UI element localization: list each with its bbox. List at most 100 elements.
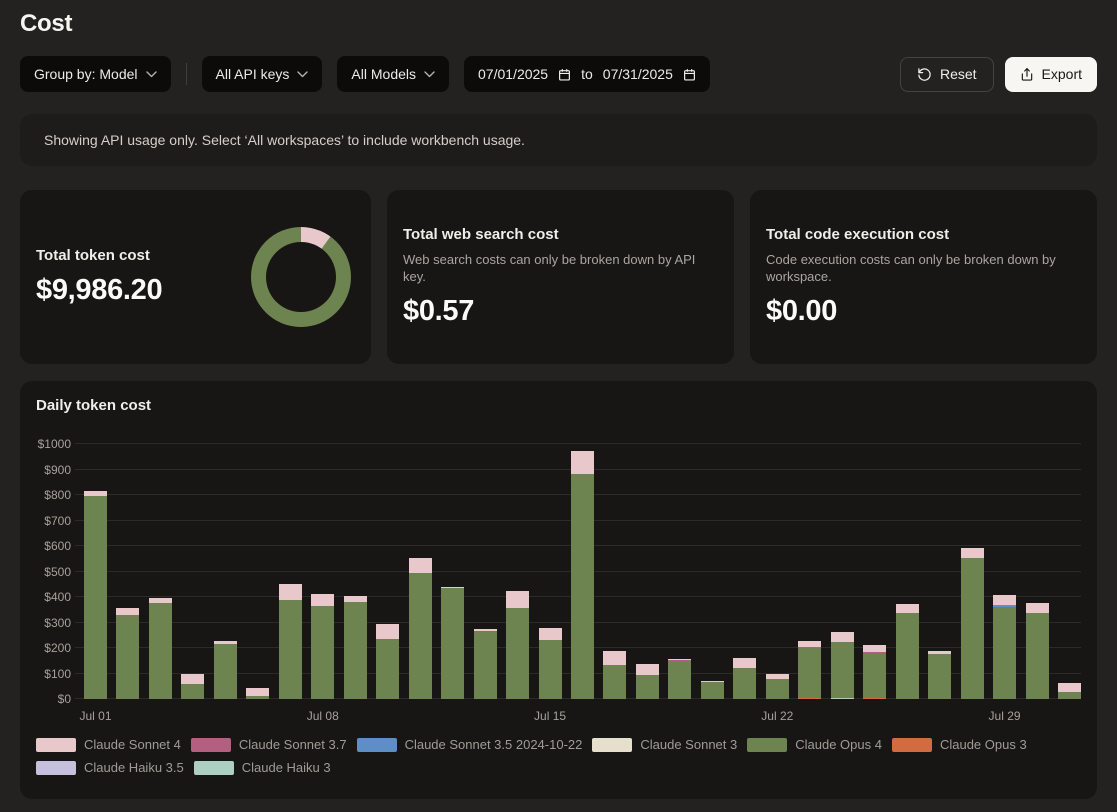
bar-segment-opus4: [409, 573, 432, 699]
bar-jul-20[interactable]: [701, 444, 724, 699]
summary-cards: Total token cost $9,986.20 Total web sea…: [20, 190, 1097, 364]
bar-segment-opus4: [181, 684, 204, 699]
group-by-select[interactable]: Group by: Model: [20, 56, 171, 92]
card-value: $0.00: [766, 295, 1081, 328]
models-label: All Models: [351, 66, 416, 82]
legend-item-sonnet4[interactable]: Claude Sonnet 4: [36, 737, 181, 752]
bar-jul-18[interactable]: [636, 444, 659, 699]
card-description: Code execution costs can only be broken …: [766, 252, 1066, 285]
y-axis-tick-label: $900: [44, 463, 71, 477]
bar-segment-opus4: [1058, 692, 1081, 699]
bar-jul-09[interactable]: [344, 444, 367, 699]
bar-segment-haiku3: [831, 698, 854, 699]
legend-label: Claude Haiku 3: [242, 760, 331, 775]
bar-jul-29[interactable]: [993, 444, 1016, 699]
legend-item-opus3[interactable]: Claude Opus 3: [892, 737, 1027, 752]
reset-button[interactable]: Reset: [900, 57, 994, 92]
bar-jul-25[interactable]: [863, 444, 886, 699]
bar-jul-04[interactable]: [181, 444, 204, 699]
action-buttons: Reset Export: [900, 57, 1097, 92]
bar-jul-15[interactable]: [539, 444, 562, 699]
bar-jul-01[interactable]: [84, 444, 107, 699]
bar-jul-27[interactable]: [928, 444, 951, 699]
bar-jul-02[interactable]: [116, 444, 139, 699]
bar-segment-opus4: [571, 474, 594, 699]
bar-segment-opus4: [84, 496, 107, 699]
chart-legend: Claude Sonnet 4 Claude Sonnet 3.7 Claude S…: [36, 737, 1036, 775]
legend-label: Claude Sonnet 3.5 2024-10-22: [405, 737, 583, 752]
y-axis-tick-label: $0: [58, 692, 71, 706]
date-range-to-label: to: [581, 66, 593, 82]
bar-segment-opus4: [311, 606, 334, 699]
date-range-input: 07/01/2025 to 07/31/2025: [464, 56, 710, 92]
bar-segment-sonnet4: [506, 591, 529, 608]
code-execution-cost-card: Total code execution cost Code execution…: [750, 190, 1097, 364]
bar-jul-28[interactable]: [961, 444, 984, 699]
bar-jul-31[interactable]: [1058, 444, 1081, 699]
reset-label: Reset: [940, 66, 977, 82]
bar-segment-sonnet4: [766, 674, 789, 679]
bar-segment-sonnet4: [376, 624, 399, 639]
bar-segment-opus4: [506, 608, 529, 699]
legend-item-haiku3[interactable]: Claude Haiku 3: [194, 760, 331, 775]
bar-jul-21[interactable]: [733, 444, 756, 699]
bar-segment-opus4: [539, 640, 562, 699]
legend-item-sonnet37[interactable]: Claude Sonnet 3.7: [191, 737, 347, 752]
export-button[interactable]: Export: [1005, 57, 1097, 92]
bar-jul-05[interactable]: [214, 444, 237, 699]
bar-segment-sonnet4: [246, 688, 269, 695]
daily-token-cost-panel: Daily token cost $0$100$200$300$400$500$…: [20, 381, 1097, 799]
date-end-input[interactable]: 07/31/2025: [603, 66, 673, 82]
api-keys-select[interactable]: All API keys: [202, 56, 323, 92]
bar-segment-opus4: [668, 661, 691, 699]
y-axis-tick-label: $600: [44, 539, 71, 553]
legend-item-haiku35[interactable]: Claude Haiku 3.5: [36, 760, 184, 775]
legend-swatch: [191, 738, 231, 752]
bar-jul-16[interactable]: [571, 444, 594, 699]
legend-item-sonnet3[interactable]: Claude Sonnet 3: [592, 737, 737, 752]
bar-segment-sonnet4: [668, 659, 691, 660]
legend-item-sonnet35[interactable]: Claude Sonnet 3.5 2024-10-22: [357, 737, 583, 752]
bar-jul-08[interactable]: [311, 444, 334, 699]
legend-item-opus4[interactable]: Claude Opus 4: [747, 737, 882, 752]
bar-segment-opus4: [961, 558, 984, 699]
calendar-icon[interactable]: [683, 68, 696, 81]
bar-jul-19[interactable]: [668, 444, 691, 699]
bar-segment-opus4: [1026, 613, 1049, 699]
y-axis-tick-label: $1000: [38, 437, 71, 451]
bar-jul-23[interactable]: [798, 444, 821, 699]
bar-jul-03[interactable]: [149, 444, 172, 699]
bar-segment-sonnet4: [181, 674, 204, 684]
bar-jul-07[interactable]: [279, 444, 302, 699]
calendar-icon[interactable]: [558, 68, 571, 81]
bar-jul-17[interactable]: [603, 444, 626, 699]
bar-jul-14[interactable]: [506, 444, 529, 699]
bar-segment-opus4: [701, 682, 724, 699]
chevron-down-icon: [424, 71, 435, 78]
bar-segment-sonnet4: [311, 594, 334, 606]
models-select[interactable]: All Models: [337, 56, 449, 92]
bar-segment-sonnet4: [1058, 683, 1081, 693]
bar-jul-24[interactable]: [831, 444, 854, 699]
date-start-input[interactable]: 07/01/2025: [478, 66, 548, 82]
bar-segment-sonnet37: [863, 652, 886, 654]
bar-jul-11[interactable]: [409, 444, 432, 699]
bar-segment-opus4: [896, 613, 919, 699]
bar-jul-26[interactable]: [896, 444, 919, 699]
bar-segment-opus4: [863, 653, 886, 698]
y-axis-tick-label: $400: [44, 590, 71, 604]
bar-jul-30[interactable]: [1026, 444, 1049, 699]
bar-jul-13[interactable]: [474, 444, 497, 699]
bar-segment-opus3: [798, 698, 821, 699]
legend-swatch: [892, 738, 932, 752]
bar-segment-sonnet37: [668, 660, 691, 661]
y-axis-tick-label: $200: [44, 641, 71, 655]
info-banner: Showing API usage only. Select ‘All work…: [20, 114, 1097, 166]
bar-jul-06[interactable]: [246, 444, 269, 699]
bar-jul-12[interactable]: [441, 444, 464, 699]
bar-jul-10[interactable]: [376, 444, 399, 699]
banner-text: Showing API usage only. Select ‘All work…: [44, 132, 525, 148]
bar-segment-opus4: [798, 648, 821, 698]
bar-jul-22[interactable]: [766, 444, 789, 699]
share-icon: [1020, 67, 1034, 82]
